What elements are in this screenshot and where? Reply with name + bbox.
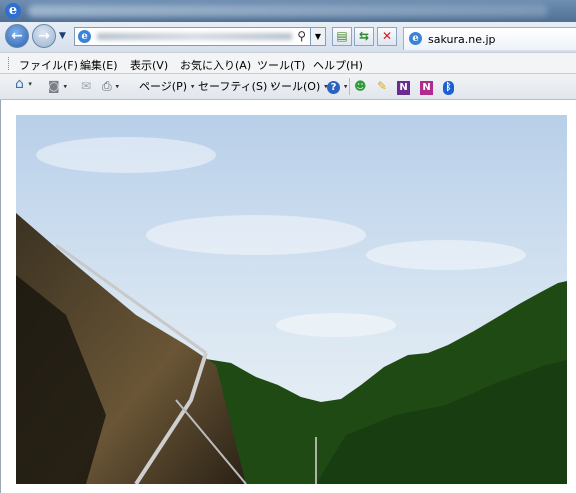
feeds-dropdown-icon[interactable]: ▾ [63, 83, 67, 91]
onenote-icon: N [397, 81, 410, 95]
ie-logo-icon: e [5, 3, 21, 19]
window-titlebar: e [0, 0, 576, 22]
photo-scene [16, 115, 567, 484]
search-icon[interactable]: ⚲ [297, 29, 306, 43]
menu-tools[interactable]: ツール(T) [257, 57, 305, 73]
feeds-icon: ◙ [48, 79, 60, 93]
menu-bar: ファイル(F) 編集(E) 表示(V) お気に入り(A) ツール(T) ヘルプ(… [0, 52, 576, 74]
page-menu-button[interactable]: ページ(P) ▾ [139, 79, 194, 94]
stop-button[interactable]: ✕ [377, 27, 397, 46]
bluetooth-button[interactable]: ᛒ [443, 79, 454, 95]
tab-sakura[interactable]: e sakura.ne.jp [403, 27, 576, 50]
tab-label: sakura.ne.jp [428, 33, 496, 46]
forward-arrow-icon: → [38, 28, 50, 44]
window-title-blurred [28, 5, 548, 17]
stop-icon: ✕ [381, 29, 393, 43]
compatibility-view-icon: ▤ [336, 29, 348, 43]
print-dropdown-icon[interactable]: ▾ [115, 83, 119, 91]
ie-page-icon: e [409, 32, 422, 45]
back-arrow-icon: ← [11, 28, 23, 44]
messenger-button[interactable]: ☻ [354, 79, 367, 93]
safety-menu-button[interactable]: セーフティ(S) ▾ [198, 79, 275, 94]
compatibility-view-button[interactable]: ▤ [332, 27, 352, 46]
messenger-icon: ☻ [354, 79, 367, 93]
home-dropdown-icon[interactable]: ▾ [28, 80, 32, 88]
page-menu-label: ページ(P) [139, 80, 187, 93]
menu-favorites[interactable]: お気に入り(A) [180, 57, 251, 73]
forward-button[interactable]: → [32, 24, 56, 48]
safety-menu-label: セーフティ(S) [198, 80, 268, 93]
command-bar: ⌂ ▾ ◙ ▾ ✉ ⎙ ▾ ページ(P) ▾ セーフティ(S) ▾ ツール(O)… [0, 74, 576, 100]
mail-icon: ✉ [81, 79, 92, 93]
help-button[interactable]: ? ▾ [327, 79, 347, 94]
recent-pages-dropdown-icon[interactable]: ▼ [59, 31, 66, 41]
navigation-bar: ← → ▼ e ⚲ ▼ ▤ ⇆ ✕ e sakura.ne.jp [0, 22, 576, 52]
menu-edit[interactable]: 編集(E) [80, 57, 118, 73]
refresh-icon: ⇆ [358, 29, 370, 43]
menu-grip-handle[interactable] [8, 57, 11, 70]
ie-page-icon: e [78, 30, 91, 43]
home-icon: ⌂ [15, 76, 24, 92]
research-button[interactable]: ✎ [377, 79, 387, 93]
print-button[interactable]: ⎙ ▾ [102, 79, 119, 94]
onenote-send-icon: N [420, 81, 433, 95]
address-dropdown-icon[interactable]: ▼ [310, 28, 325, 45]
bluetooth-icon: ᛒ [443, 81, 454, 95]
read-mail-button[interactable]: ✉ [81, 79, 91, 93]
help-icon: ? [327, 81, 340, 94]
camping-photo [16, 115, 567, 484]
printer-icon: ⎙ [102, 79, 112, 93]
send-to-onenote-button[interactable]: N [420, 79, 433, 95]
back-button[interactable]: ← [5, 24, 29, 48]
pen-icon: ✎ [377, 79, 388, 93]
help-dropdown-icon[interactable]: ▾ [344, 83, 348, 91]
menu-view[interactable]: 表示(V) [130, 57, 168, 73]
onenote-link-button[interactable]: N [397, 79, 410, 95]
address-bar[interactable]: e ⚲ ▼ [74, 27, 326, 46]
refresh-button[interactable]: ⇆ [354, 27, 374, 46]
tools-menu-label: ツール(O) [270, 80, 321, 93]
feeds-button[interactable]: ◙ ▾ [48, 79, 67, 94]
toolbar-separator [349, 78, 350, 95]
tools-menu-button[interactable]: ツール(O) ▾ [270, 79, 328, 94]
menu-help[interactable]: ヘルプ(H) [313, 57, 363, 73]
home-button[interactable]: ⌂ ▾ [15, 77, 32, 91]
page-dropdown-icon: ▾ [190, 82, 195, 91]
menu-file[interactable]: ファイル(F) [19, 57, 78, 73]
address-url-blurred[interactable] [97, 33, 292, 40]
